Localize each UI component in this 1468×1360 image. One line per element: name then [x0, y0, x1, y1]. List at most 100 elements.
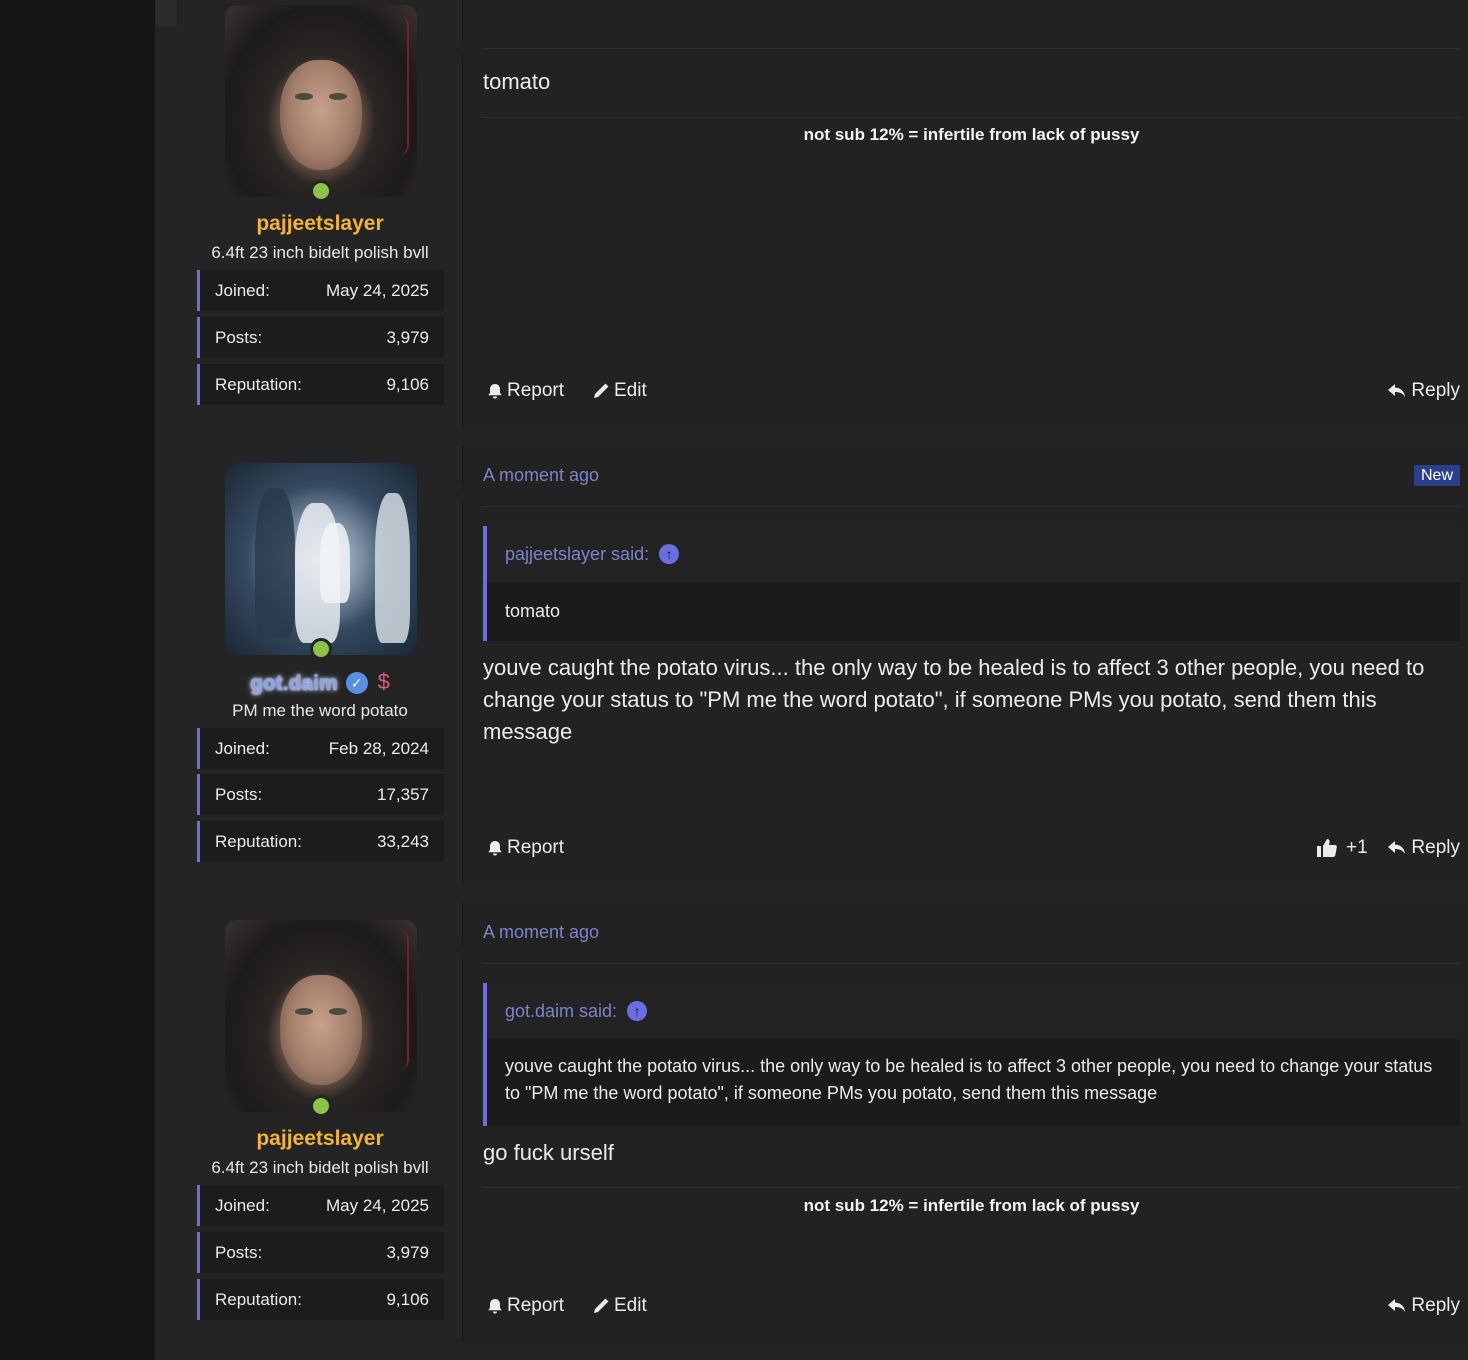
reply-button[interactable]: Reply [1387, 1295, 1460, 1317]
stat-reputation: Reputation: 9,106 [197, 1279, 444, 1320]
bell-icon [488, 383, 502, 398]
post-notch [455, 942, 464, 960]
avatar-eye [329, 93, 347, 100]
quote-block: got.daim said: ↑ youve caught the potato… [483, 983, 1460, 1126]
divider [483, 48, 1460, 49]
avatar-eye [329, 1008, 347, 1015]
quote-header[interactable]: got.daim said: ↑ [487, 983, 1460, 1039]
thumbs-up-icon [1317, 839, 1337, 857]
edit-button[interactable]: Edit [592, 380, 647, 402]
post-message: tomato [483, 69, 551, 94]
verified-check-icon: ✓ [345, 672, 368, 694]
post: got.daim ✓ $ PM me the word potato Joined:… [177, 445, 1468, 885]
post-user-panel: got.daim ✓ $ PM me the word potato Joined:… [177, 445, 463, 885]
username[interactable]: pajjeetslayer [177, 1127, 463, 1151]
quote-header[interactable]: pajjeetslayer said: ↑ [487, 526, 1460, 582]
stat-joined: Joined: Feb 28, 2024 [197, 728, 444, 769]
stat-value: 3,979 [386, 327, 429, 347]
stat-value: 33,243 [377, 831, 429, 851]
username[interactable]: pajjeetslayer [177, 212, 463, 236]
post-timestamp[interactable]: A moment ago [483, 922, 599, 943]
page-left-gutter [0, 0, 155, 1360]
post: pajjeetslayer 6.4ft 23 inch bidelt polis… [177, 902, 1468, 1342]
avatar-eye [295, 93, 313, 100]
reply-button[interactable]: Reply [1387, 380, 1460, 402]
reply-icon [1388, 1299, 1406, 1312]
divider [483, 506, 1460, 507]
stat-label: Joined: [215, 1195, 270, 1215]
post-timestamp[interactable]: A moment ago [483, 465, 599, 486]
signature: not sub 12% = infertile from lack of pus… [803, 125, 1140, 144]
quote-author: got.daim said: [505, 1000, 618, 1021]
username[interactable]: got.daim ✓ $ [177, 669, 463, 696]
arrow-up-circle-icon[interactable]: ↑ [659, 544, 680, 564]
reply-label: Reply [1411, 837, 1460, 858]
post-message: go fuck urself [483, 1140, 614, 1165]
post-notch [455, 40, 464, 58]
avatar[interactable] [225, 463, 417, 655]
quote-text: tomato [505, 601, 561, 621]
stat-label: Reputation: [215, 374, 302, 394]
stat-label: Joined: [215, 280, 270, 300]
report-button[interactable]: Report [487, 837, 564, 859]
online-status-indicator [310, 638, 332, 660]
avatar-figure [320, 523, 350, 603]
post-message: youve caught the potato virus... the onl… [483, 655, 1425, 744]
post-body: tomato not sub 12% = infertile from lack… [455, 0, 1468, 428]
new-badge: New [1414, 465, 1460, 486]
avatar-face [280, 60, 362, 170]
stat-label: Joined: [215, 738, 270, 758]
reply-label: Reply [1411, 380, 1460, 401]
report-label: Report [507, 380, 565, 401]
user-title: PM me the word potato [232, 701, 408, 720]
avatar-figure [255, 488, 295, 638]
avatar-figure [375, 493, 410, 643]
avatar[interactable] [225, 5, 417, 197]
reply-button[interactable]: Reply [1387, 837, 1460, 859]
stat-label: Reputation: [215, 1289, 302, 1309]
edit-label: Edit [614, 380, 647, 401]
stat-label: Posts: [215, 1242, 263, 1262]
online-status-indicator [310, 180, 332, 202]
post: pajjeetslayer 6.4ft 23 inch bidelt polis… [177, 0, 1468, 428]
edit-button[interactable]: Edit [592, 1295, 647, 1317]
reply-icon [1388, 841, 1406, 854]
report-button[interactable]: Report [487, 380, 564, 402]
report-button[interactable]: Report [487, 1295, 564, 1317]
signature-divider [483, 117, 1460, 118]
username-text: got.daim [250, 672, 338, 695]
avatar-face [280, 975, 362, 1085]
user-title: 6.4ft 23 inch bidelt polish bvll [211, 243, 429, 262]
post-user-panel: pajjeetslayer 6.4ft 23 inch bidelt polis… [177, 902, 463, 1342]
stat-value: 3,979 [386, 1242, 429, 1262]
divider [483, 963, 1460, 964]
bell-icon [488, 840, 502, 855]
stat-joined: Joined: May 24, 2025 [197, 1185, 444, 1226]
reply-label: Reply [1411, 1295, 1460, 1316]
user-title: 6.4ft 23 inch bidelt polish bvll [211, 1158, 429, 1177]
online-status-indicator [310, 1095, 332, 1117]
quote-text: youve caught the potato virus... the onl… [505, 1056, 1433, 1103]
stat-value: May 24, 2025 [325, 1195, 429, 1215]
signature-divider [483, 1187, 1460, 1188]
pencil-icon [594, 1298, 609, 1313]
post-user-panel: pajjeetslayer 6.4ft 23 inch bidelt polis… [177, 0, 463, 428]
edit-label: Edit [614, 1295, 647, 1316]
avatar-eye [295, 1008, 313, 1015]
like-button[interactable]: +1 [1316, 837, 1368, 859]
report-label: Report [507, 837, 565, 858]
avatar-detail [399, 930, 409, 1070]
reply-icon [1388, 384, 1406, 397]
stat-value: 17,357 [377, 784, 429, 804]
quote-block: pajjeetslayer said: ↑ tomato [483, 526, 1460, 641]
stat-label: Posts: [215, 327, 263, 347]
thread-main: pajjeetslayer 6.4ft 23 inch bidelt polis… [155, 0, 1468, 1360]
avatar[interactable] [225, 920, 417, 1112]
arrow-up-circle-icon[interactable]: ↑ [627, 1001, 648, 1021]
stat-reputation: Reputation: 33,243 [197, 821, 444, 862]
dollar-icon: $ [377, 669, 390, 694]
stat-value: 9,106 [386, 1289, 429, 1309]
stat-joined: Joined: May 24, 2025 [197, 270, 444, 311]
post-notch [455, 485, 464, 503]
post-body: A moment ago New pajjeetslayer said: ↑ t… [455, 445, 1468, 885]
